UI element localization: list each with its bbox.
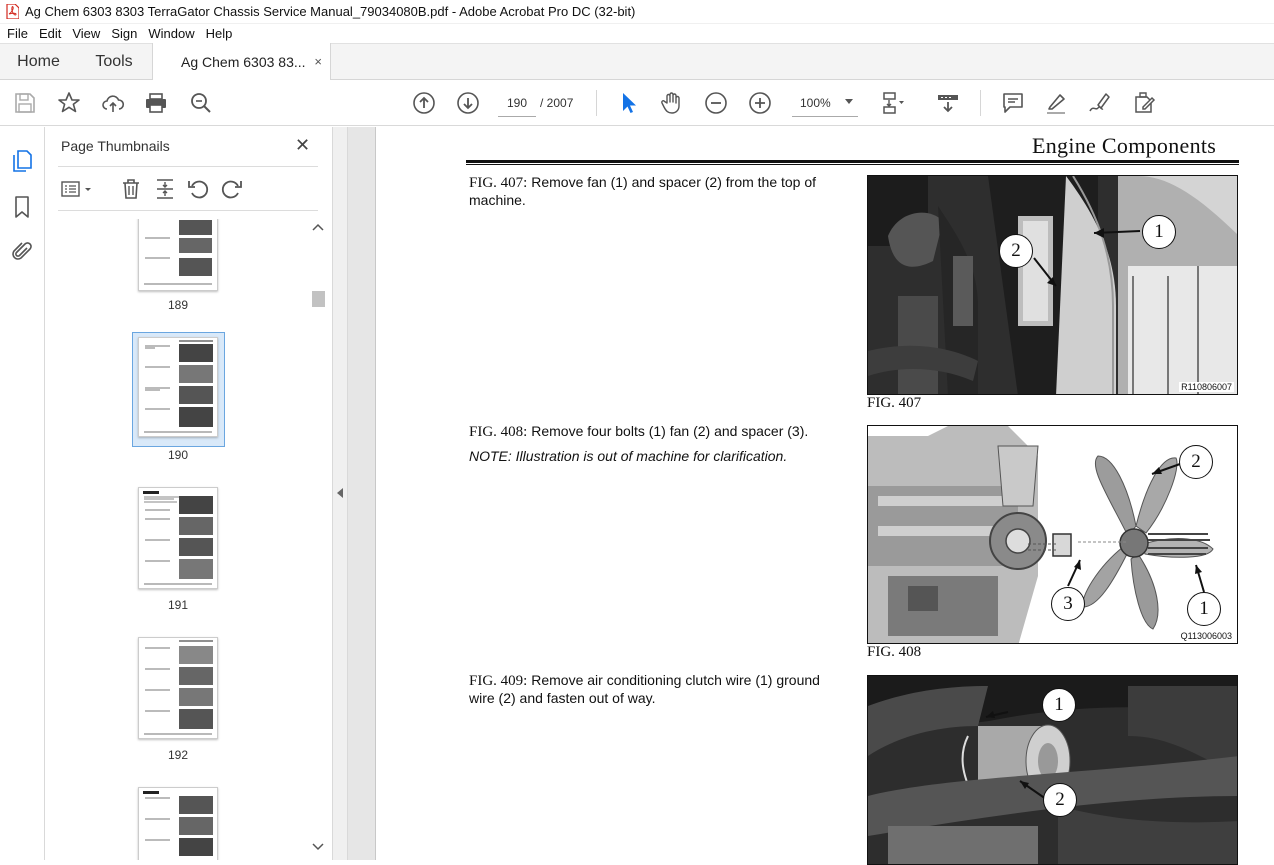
close-tab-icon[interactable]: × [314, 54, 322, 69]
next-page-icon[interactable] [456, 91, 480, 115]
menu-help[interactable]: Help [201, 26, 239, 41]
highlight-pen-icon[interactable] [1044, 91, 1068, 115]
thumbnail-list: 189 190 191 192 [45, 219, 332, 860]
panel-title: Page Thumbnails [61, 138, 170, 154]
bookmarks-icon[interactable] [10, 195, 34, 219]
comment-icon[interactable] [1001, 91, 1025, 115]
figure-407-text: FIG. 407: Remove fan (1) and spacer (2) … [469, 174, 849, 209]
figure-408-text: FIG. 408: Remove four bolts (1) fan (2) … [469, 423, 849, 441]
figure-code: Q113006003 [1178, 631, 1234, 641]
figure-number: FIG. 408: [469, 424, 528, 440]
callout-2: 2 [1043, 783, 1077, 817]
window-title: Ag Chem 6303 8303 TerraGator Chassis Ser… [25, 4, 636, 19]
divider [58, 210, 318, 211]
figure-note: NOTE: Illustration is out of machine for… [469, 448, 788, 464]
zoom-search-icon[interactable] [189, 91, 213, 115]
page-number-input[interactable]: 190 [498, 89, 536, 117]
figure-number: FIG. 409: [469, 673, 528, 689]
chevron-down-icon [845, 99, 853, 104]
figure-409-text: FIG. 409: Remove air conditioning clutch… [469, 672, 849, 707]
extract-page-icon[interactable] [153, 177, 177, 201]
figure-408-image: 2 3 1 Q113006003 [867, 425, 1238, 644]
callout-2: 2 [1179, 445, 1213, 479]
callout-1: 1 [1142, 215, 1176, 249]
tab-document-label: Ag Chem 6303 83... [181, 54, 306, 70]
menu-bar: File Edit View Sign Window Help [0, 24, 1274, 43]
thumbnail-page-190[interactable] [138, 337, 218, 437]
hand-tool-icon[interactable] [660, 91, 684, 115]
thumbnail-toolbar [59, 177, 319, 203]
title-bar: Ag Chem 6303 8303 TerraGator Chassis Ser… [0, 0, 1274, 24]
document-view: Engine Components FIG. 407: Remove fan (… [348, 127, 1274, 865]
thumbnail-label: 189 [167, 298, 189, 312]
print-icon[interactable] [144, 91, 168, 115]
callout-1: 1 [1187, 592, 1221, 626]
thumbnail-label: 191 [167, 598, 189, 612]
section-title: Engine Components [1032, 133, 1217, 158]
thumbnail-page-189[interactable] [138, 219, 218, 291]
zoom-select[interactable]: 100% [792, 89, 858, 117]
callout-3: 3 [1051, 587, 1085, 621]
thumbnail-page-192[interactable] [138, 637, 218, 739]
menu-window[interactable]: Window [143, 26, 200, 41]
figure-number: FIG. 407: [469, 175, 528, 191]
figure-description: Remove four bolts (1) fan (2) and spacer… [531, 423, 809, 439]
zoom-value: 100% [800, 95, 831, 110]
thumbnail-label: 190 [167, 448, 189, 462]
page-fit-icon[interactable] [880, 91, 904, 115]
thumbnail-page-191[interactable] [138, 487, 218, 589]
close-panel-icon[interactable]: ✕ [295, 135, 310, 156]
zoom-out-icon[interactable] [704, 91, 728, 115]
options-menu-icon[interactable] [61, 177, 95, 201]
menu-file[interactable]: File [2, 26, 34, 41]
figure-caption: FIG. 407 [867, 395, 922, 411]
figure-407-image: 1 2 R110806007 [867, 175, 1238, 395]
select-cursor-icon[interactable] [617, 91, 641, 115]
thumbnail-label: 192 [167, 748, 189, 762]
upload-cloud-icon[interactable] [101, 91, 125, 115]
thumbnail-scrollbar[interactable] [309, 219, 325, 860]
pdf-page: Engine Components FIG. 407: Remove fan (… [375, 127, 1274, 865]
scroll-thumb[interactable] [312, 291, 325, 307]
tab-document[interactable]: Ag Chem 6303 83... × [152, 43, 331, 81]
toolbar-divider [980, 90, 981, 116]
attachments-icon[interactable] [10, 240, 34, 264]
page-total: / 2007 [540, 96, 574, 110]
collapse-panel-icon[interactable] [337, 488, 343, 498]
tab-tools[interactable]: Tools [77, 44, 151, 80]
callout-1: 1 [1042, 688, 1076, 722]
delete-page-icon[interactable] [119, 177, 143, 201]
fill-sign-icon[interactable] [1132, 91, 1156, 115]
panel-splitter[interactable] [332, 127, 348, 860]
pdf-app-icon [6, 4, 19, 19]
scroll-mode-icon[interactable] [936, 91, 960, 115]
sign-pen-icon[interactable] [1088, 91, 1112, 115]
divider [58, 166, 318, 167]
page-thumbnails-icon[interactable] [10, 149, 34, 173]
save-icon[interactable] [13, 91, 37, 115]
callout-2: 2 [999, 234, 1033, 268]
tab-bar: Home Tools Ag Chem 6303 83... × [0, 43, 1274, 81]
figure-409-image: 1 2 [867, 675, 1238, 865]
scroll-down-icon[interactable] [312, 843, 324, 851]
menu-edit[interactable]: Edit [34, 26, 67, 41]
figure-caption: FIG. 408 [867, 644, 922, 660]
rotate-ccw-icon[interactable] [186, 177, 210, 201]
navigation-pane-strip [0, 127, 45, 860]
toolbar-divider [596, 90, 597, 116]
menu-sign[interactable]: Sign [106, 26, 143, 41]
thumbnail-page-193[interactable] [138, 787, 218, 860]
previous-page-icon[interactable] [412, 91, 436, 115]
zoom-in-icon[interactable] [748, 91, 772, 115]
header-rule [466, 164, 1239, 165]
scroll-up-icon[interactable] [312, 223, 324, 231]
header-rule [466, 160, 1239, 163]
tab-home[interactable]: Home [0, 44, 77, 80]
bookmark-star-icon[interactable] [57, 91, 81, 115]
page-thumbnails-panel: Page Thumbnails ✕ 189 190 191 192 [45, 127, 332, 860]
toolbar [0, 80, 1274, 126]
figure-code: R110806007 [1179, 382, 1234, 392]
menu-view[interactable]: View [67, 26, 106, 41]
rotate-cw-icon[interactable] [220, 177, 244, 201]
